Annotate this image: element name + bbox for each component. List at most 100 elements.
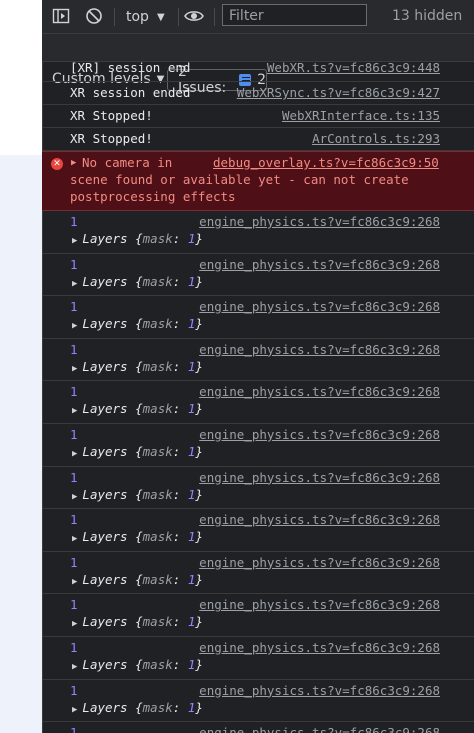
message-text: XR Stopped!: [70, 131, 153, 146]
log-value: 1: [70, 341, 78, 357]
object-preview[interactable]: ▶ Layers {mask: 1}: [72, 700, 203, 715]
expand-triangle-icon[interactable]: ▶: [72, 236, 77, 246]
object-colon: :: [172, 358, 188, 374]
expand-triangle-icon[interactable]: ▶: [72, 534, 77, 544]
expand-triangle-icon[interactable]: ▶: [72, 449, 77, 459]
object-key: mask: [142, 273, 173, 289]
filter-input[interactable]: Filter: [222, 4, 367, 26]
object-label: Layers: [82, 699, 128, 715]
source-link[interactable]: WebXR.ts?v=fc86c3c9:448: [267, 60, 440, 75]
log-entry: 1 engine_physics.ts?v=fc86c3c9:268 ▶Laye…: [42, 296, 474, 339]
source-link[interactable]: engine_physics.ts?v=fc86c3c9:268: [199, 597, 440, 612]
log-entry: 1 engine_physics.ts?v=fc86c3c9:268 ▶ Laye…: [42, 552, 474, 595]
source-link[interactable]: engine_physics.ts?v=fc86c3c9:268: [199, 342, 440, 357]
log-value: 1: [70, 214, 78, 229]
expand-triangle-icon[interactable]: ▶: [72, 406, 77, 416]
object-preview[interactable]: ▶ Layers {mask: 1}: [72, 444, 203, 459]
object-preview[interactable]: ▶ Layers {mask: 1}: [72, 316, 203, 331]
object-preview[interactable]: ▶ Layers {mask: 1}: [72, 359, 203, 374]
chevron-down-icon: ▼: [156, 11, 165, 23]
log-list: 1 engine_physics.ts?v=fc86c3c9:268 ▶ Laye…: [42, 211, 474, 733]
source-link[interactable]: engine_physics.ts?v=fc86c3c9:268: [199, 512, 440, 527]
object-preview[interactable]: ▶ Layers {mask: 1}: [72, 401, 203, 416]
object-close: }: [195, 358, 203, 374]
object-preview[interactable]: ▶ Layers {mask: 1}: [72, 231, 203, 246]
object-label: Layers: [82, 571, 128, 587]
expand-triangle-icon[interactable]: ▶: [72, 662, 77, 672]
object-key: mask: [142, 529, 173, 545]
object-open: {: [135, 316, 143, 332]
source-link[interactable]: engine_physics.ts?v=fc86c3c9:268: [199, 257, 440, 272]
log-entry: 1 engine_physics.ts?v=fc86c3c9:268 ▶Laye…: [42, 424, 474, 467]
console-message: XR Stopped! WebXRInterface.ts:135: [42, 105, 474, 128]
log-entry: 1 engine_physics.ts?v=fc86c3c9:268 ▶Laye…: [42, 254, 474, 297]
object-preview[interactable]: ▶ Layers {mask: 1}: [72, 487, 203, 502]
object-label: Layers: [82, 273, 128, 289]
object-label: Layers: [82, 231, 128, 246]
toolbar-separator: [114, 8, 115, 26]
console-message: [XR] session end WebXR.ts?v=fc86c3c9:448: [42, 60, 474, 82]
expand-triangle-icon[interactable]: ▶: [72, 705, 77, 715]
object-key: mask: [142, 699, 173, 715]
object-close: }: [195, 486, 203, 502]
object-open: {: [135, 401, 143, 417]
log-entry: 1 engine_physics.ts?v=fc86c3c9:268 ▶Laye…: [42, 594, 474, 637]
object-colon: :: [172, 316, 188, 332]
object-close: }: [195, 231, 203, 246]
source-link[interactable]: engine_physics.ts?v=fc86c3c9:268: [199, 427, 440, 442]
source-link[interactable]: engine_physics.ts?v=fc86c3c9:268: [199, 214, 440, 229]
console-toolbar-secondary: Custom levels ▼ 2 Issues: 2: [42, 34, 474, 96]
source-link[interactable]: ArControls.ts:293: [312, 131, 440, 146]
object-close: }: [195, 529, 203, 545]
source-link[interactable]: engine_physics.ts?v=fc86c3c9:268: [199, 725, 440, 733]
source-link[interactable]: engine_physics.ts?v=fc86c3c9:268: [199, 384, 440, 399]
object-preview[interactable]: ▶ Layers {mask: 1}: [72, 274, 203, 289]
source-link[interactable]: WebXRSync.ts?v=fc86c3c9:427: [237, 85, 440, 100]
error-text: scene found or available yet - can not c…: [70, 172, 409, 187]
source-link[interactable]: engine_physics.ts?v=fc86c3c9:268: [199, 299, 440, 314]
source-link[interactable]: engine_physics.ts?v=fc86c3c9:268: [199, 683, 440, 698]
expand-triangle-icon[interactable]: ▶: [72, 364, 77, 374]
expand-triangle-icon[interactable]: ▶: [72, 619, 77, 629]
object-label: Layers: [82, 614, 128, 630]
source-link[interactable]: debug_overlay.ts?v=fc86c3c9:50: [213, 155, 439, 170]
log-entry: 1 engine_physics.ts?v=fc86c3c9:268 ▶Laye…: [42, 339, 474, 382]
expand-triangle-icon[interactable]: ▶: [72, 279, 77, 289]
expand-triangle-icon[interactable]: ▶: [72, 577, 77, 587]
object-key: mask: [142, 656, 173, 672]
log-entry: 1 engine_physics.ts?v=fc86c3c9:268 ▶Laye…: [42, 680, 474, 723]
source-link[interactable]: engine_physics.ts?v=fc86c3c9:268: [199, 470, 440, 485]
source-link[interactable]: engine_physics.ts?v=fc86c3c9:268: [199, 555, 440, 570]
object-close: }: [195, 443, 203, 459]
object-label: Layers: [82, 401, 128, 417]
source-link[interactable]: engine_physics.ts?v=fc86c3c9:268: [199, 640, 440, 655]
message-text: XR Stopped!: [70, 108, 153, 123]
object-preview[interactable]: ▶ Layers {mask: 1}: [72, 572, 203, 587]
source-link[interactable]: WebXRInterface.ts:135: [282, 108, 440, 123]
clear-console-icon[interactable]: [85, 7, 103, 25]
expand-triangle-icon[interactable]: ▶: [72, 321, 77, 331]
object-colon: :: [172, 699, 188, 715]
devtools-console: top ▼ Filter 13 hidden Custom levels ▼ 2…: [42, 0, 474, 733]
log-value: 1: [70, 554, 78, 570]
message-text: XR session ended: [70, 85, 191, 100]
log-value: 1: [70, 299, 78, 315]
sidebar-toggle-icon[interactable]: [52, 7, 70, 25]
expand-triangle-icon[interactable]: ▶: [72, 492, 77, 502]
console-toolbar: top ▼ Filter 13 hidden: [42, 0, 474, 34]
object-preview[interactable]: ▶ Layers {mask: 1}: [72, 614, 203, 629]
log-value: 1: [70, 469, 78, 485]
log-entry: 1 engine_physics.ts?v=fc86c3c9:268 ▶Laye…: [42, 722, 474, 733]
log-entry: 1 engine_physics.ts?v=fc86c3c9:268 ▶Laye…: [42, 509, 474, 552]
log-value: 1: [70, 725, 78, 733]
object-preview[interactable]: ▶ Layers {mask: 1}: [72, 529, 203, 544]
object-key: mask: [142, 358, 173, 374]
expand-triangle-icon[interactable]: ▶: [71, 158, 76, 168]
object-close: }: [195, 614, 203, 630]
object-preview[interactable]: ▶ Layers {mask: 1}: [72, 657, 203, 672]
object-open: {: [135, 571, 143, 587]
object-key: mask: [142, 231, 173, 246]
context-selector[interactable]: top ▼: [126, 7, 165, 27]
eye-icon[interactable]: [184, 7, 204, 25]
log-value: 1: [70, 512, 78, 528]
